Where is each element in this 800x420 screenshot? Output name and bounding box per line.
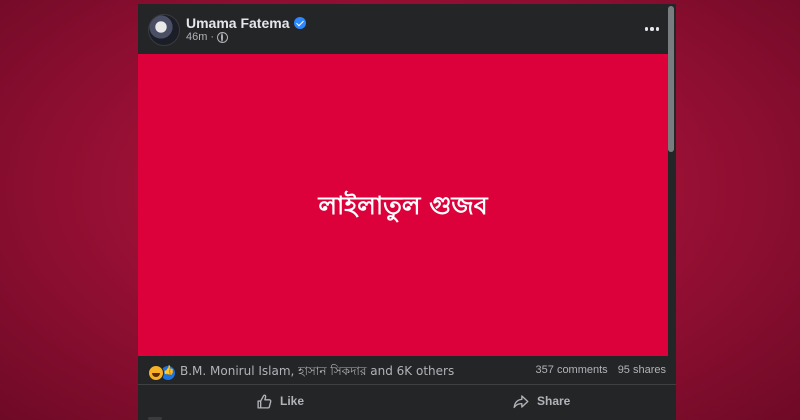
reactors-text[interactable]: B.M. Monirul Islam, হাসান সিকদার and 6K … [180, 363, 454, 383]
post-actions: Like Share [138, 385, 676, 417]
verified-badge-icon [293, 17, 306, 29]
avatar[interactable] [148, 14, 180, 46]
author-name[interactable]: Umama Fatema [186, 15, 290, 31]
haha-reaction-icon [148, 365, 164, 381]
share-label: Share [537, 394, 571, 408]
scrollbar[interactable] [668, 6, 674, 152]
more-options-icon[interactable] [640, 20, 664, 38]
engagement-counts: 357 comments 95 shares [536, 364, 666, 376]
like-icon [257, 394, 272, 409]
shares-count[interactable]: 95 shares [618, 364, 666, 376]
facebook-post: Umama Fatema 46m · লাইলাতুল গুজব B.M. Mo… [138, 4, 676, 420]
post-time[interactable]: 46m [186, 31, 207, 43]
globe-icon [217, 31, 229, 43]
like-button[interactable]: Like [256, 389, 304, 413]
share-button[interactable]: Share [512, 389, 570, 413]
meta-separator: · [210, 31, 215, 43]
author-row: Umama Fatema [186, 15, 306, 31]
post-stats: B.M. Monirul Islam, হাসান সিকদার and 6K … [138, 356, 676, 385]
post-image-text: লাইলাতুল গুজব [318, 190, 488, 220]
like-label: Like [280, 394, 305, 408]
post-meta: 46m · [186, 31, 229, 43]
share-icon [513, 394, 529, 408]
post-header: Umama Fatema 46m · [138, 4, 676, 54]
post-image[interactable]: লাইলাতুল গুজব [138, 54, 668, 356]
reactions-summary[interactable]: B.M. Monirul Islam, হাসান সিকদার and 6K … [148, 363, 454, 383]
comments-count[interactable]: 357 comments [536, 364, 608, 376]
